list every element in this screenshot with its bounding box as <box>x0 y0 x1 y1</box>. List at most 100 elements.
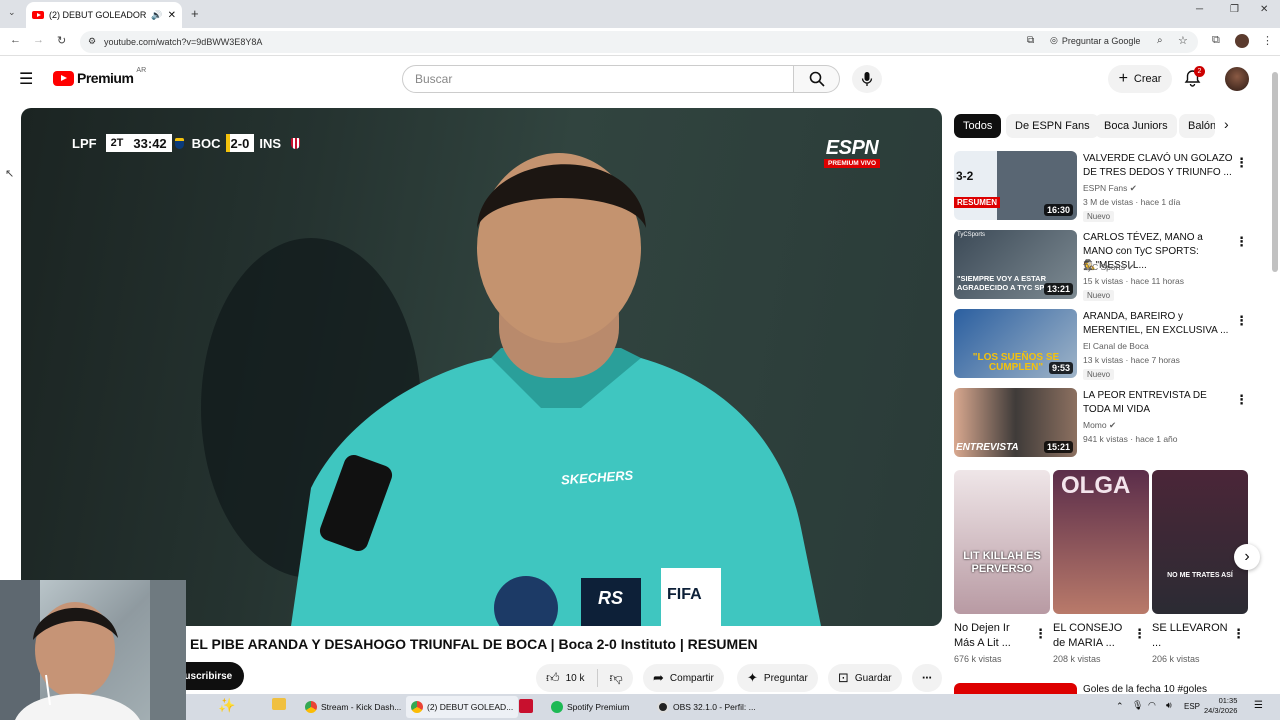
more-actions-icon[interactable]: ⋮ <box>1235 155 1248 171</box>
microphone-tray-icon[interactable]: 🎙︎ <box>1132 700 1143 711</box>
copilot-sparkles-icon[interactable]: ✨ <box>218 697 235 714</box>
notification-badge: 2 <box>1194 66 1205 77</box>
bookmark-star-icon[interactable]: ☆ <box>1178 34 1188 47</box>
taskbar-item-youtube[interactable]: (2) DEBUT GOLEAD... <box>406 696 519 718</box>
short-thumb-caption: LIT KILLAH ES PERVERSO <box>963 550 1041 575</box>
video-title[interactable]: VALVERDE CLAVÓ UN GOLAZO DE TRES DEDOS Y… <box>1083 152 1235 180</box>
create-button[interactable]: + Crear <box>1108 65 1172 93</box>
voice-search-button[interactable] <box>852 65 882 93</box>
video-title[interactable]: LA PEOR ENTREVISTA DE TODA MI VIDA <box>1083 389 1235 417</box>
more-actions-icon[interactable]: ⋮ <box>1235 234 1248 250</box>
thumbs-up-icon: 👍︎ <box>546 670 560 685</box>
short-card[interactable]: OLGA EL CONSEJO de MARIA ... 208 k vista… <box>1053 470 1149 664</box>
more-actions-icon[interactable]: ⋮ <box>1232 626 1245 642</box>
video-thumbnail[interactable]: "LOS SUEÑOS SE CUMPLEN" 9:53 <box>954 309 1077 378</box>
short-title[interactable]: SE LLEVARON ... <box>1152 621 1228 651</box>
chip-espn-fans[interactable]: De ESPN Fans <box>1006 114 1099 138</box>
channel-name[interactable]: Momo ✔ <box>1083 420 1116 431</box>
clock-area[interactable]: 01:35 24/3/2026 <box>1204 696 1237 716</box>
shorts-next-arrow-icon[interactable]: › <box>1234 544 1260 570</box>
recommended-video[interactable]: "LOS SUEÑOS SE CUMPLEN" 9:53 ARANDA, BAR… <box>954 309 1254 381</box>
new-tab-icon[interactable]: + <box>191 6 199 21</box>
back-icon[interactable]: ← <box>10 34 21 46</box>
away-team-code: INS <box>259 135 282 151</box>
short-title[interactable]: No Dejen Ir Más A Lit ... <box>954 621 1030 651</box>
video-duration: 15:21 <box>1043 441 1073 453</box>
taskbar-item-obs[interactable]: OBS 32.1.0 - Perfil: ... <box>652 696 761 718</box>
thumb-caption: RESUMEN <box>954 197 1001 208</box>
ask-google-button[interactable]: ◎ Preguntar a Google <box>1050 35 1140 46</box>
short-card[interactable]: NO ME TRATES ASÍ SE LLEVARON ... 206 k v… <box>1152 470 1248 664</box>
site-info-icon[interactable]: ⚙ <box>88 36 96 47</box>
share-button[interactable]: ➦ Compartir <box>643 664 724 692</box>
short-thumbnail[interactable]: LIT KILLAH ES PERVERSO <box>954 470 1050 614</box>
video-thumbnail[interactable]: 3-2 RESUMEN 16:30 <box>954 151 1077 220</box>
file-explorer-icon[interactable] <box>272 698 286 710</box>
language-indicator[interactable]: ESP <box>1184 702 1200 711</box>
more-actions-icon[interactable]: ⋮ <box>1133 626 1146 642</box>
address-bar[interactable]: ⚙ youtube.com/watch?v=9dBWW3E8Y8A ⧉ ◎ Pr… <box>80 31 1198 53</box>
video-title[interactable]: ARANDA, BAREIRO y MERENTIEL, EN EXCLUSIV… <box>1083 310 1235 338</box>
chip-boca-juniors[interactable]: Boca Juniors <box>1095 114 1177 138</box>
tab-close-icon[interactable]: ✕ <box>168 10 176 21</box>
restore-icon[interactable]: ❐ <box>1230 4 1239 15</box>
zoom-icon[interactable]: ⌕ <box>1157 35 1163 46</box>
minimize-icon[interactable]: ─ <box>1196 4 1203 15</box>
close-window-icon[interactable]: ✕ <box>1260 4 1268 15</box>
wifi-icon[interactable]: ◠ <box>1148 700 1156 711</box>
video-meta: 3 M de vistas · hace 1 día <box>1083 197 1181 207</box>
tray-overflow-icon[interactable]: ⌃ <box>1116 701 1124 712</box>
volume-icon[interactable]: 🔊︎ <box>1166 700 1172 711</box>
tab-audio-icon[interactable]: 🔊 <box>151 10 162 21</box>
notification-center-icon[interactable]: ☰ <box>1254 700 1263 711</box>
video-thumbnail[interactable]: ENTREVISTA 15:21 <box>954 388 1077 457</box>
account-avatar[interactable] <box>1225 67 1249 91</box>
recommended-video[interactable]: TyCSports "SIEMPRE VOY A ESTAR AGRADECID… <box>954 230 1254 302</box>
more-actions-button[interactable]: ⋯ <box>912 664 942 692</box>
more-actions-icon[interactable]: ⋮ <box>1235 313 1248 329</box>
browser-tab-active[interactable]: (2) DEBUT GOLEADOR PAR 🔊 ✕ <box>26 2 182 28</box>
channel-name[interactable]: El Canal de Boca <box>1083 341 1149 351</box>
video-thumbnail[interactable]: TyCSports "SIEMPRE VOY A ESTAR AGRADECID… <box>954 230 1077 299</box>
browser-menu-icon[interactable]: ⋮ <box>1262 34 1273 47</box>
forward-icon[interactable]: → <box>33 34 44 46</box>
chip-balon[interactable]: Balón <box>1179 114 1215 138</box>
hamburger-menu-icon[interactable]: ☰ <box>19 69 33 89</box>
instituto-crest-icon <box>286 134 305 152</box>
dislike-button[interactable]: 👎︎ <box>610 670 623 686</box>
extensions-icon[interactable]: ⧉ <box>1212 34 1220 47</box>
video-player[interactable]: SKECHERS RS FIFA LPF 2T 33:42 BOC 2-0 IN… <box>21 108 942 626</box>
short-title[interactable]: EL CONSEJO de MARIA ... <box>1053 621 1129 651</box>
espn-logo-text: ESPN <box>825 137 879 159</box>
search-input[interactable]: Buscar <box>402 65 794 93</box>
short-thumbnail[interactable]: NO ME TRATES ASÍ <box>1152 470 1248 614</box>
youtube-play-logo-icon <box>53 70 74 86</box>
page-scrollbar[interactable] <box>1272 72 1278 272</box>
recommended-video[interactable]: ENTREVISTA 15:21 LA PEOR ENTREVISTA DE T… <box>954 388 1254 460</box>
channel-name[interactable]: TyC Sports ✔ <box>1083 262 1135 273</box>
notifications-button[interactable]: 2 <box>1184 66 1205 92</box>
taskbar-item-stream[interactable]: Stream - Kick Dash... <box>300 696 406 718</box>
cast-icon[interactable]: ⧉ <box>1027 35 1034 46</box>
thumb-logo-text: TyCSports <box>957 232 986 238</box>
more-actions-icon[interactable]: ⋮ <box>1235 392 1248 408</box>
like-button[interactable]: 👍︎ 10 k <box>546 670 585 686</box>
next-video-thumbnail[interactable] <box>954 683 1077 694</box>
tab-search-icon[interactable]: ⌄ <box>8 7 16 18</box>
short-thumbnail[interactable]: OLGA <box>1053 470 1149 614</box>
short-card[interactable]: LIT KILLAH ES PERVERSO No Dejen Ir Más A… <box>954 470 1050 664</box>
reload-icon[interactable]: ↻ <box>57 34 66 47</box>
youtube-logo[interactable]: Premium AR <box>53 67 146 86</box>
profile-avatar[interactable] <box>1235 34 1249 48</box>
recommended-video[interactable]: 3-2 RESUMEN 16:30 VALVERDE CLAVÓ UN GOLA… <box>954 151 1254 223</box>
chip-todos[interactable]: Todos <box>954 114 1002 138</box>
save-button[interactable]: ⊡ Guardar <box>828 664 902 692</box>
short-views: 206 k vistas <box>1152 654 1200 664</box>
vivaldi-icon[interactable] <box>519 699 533 713</box>
more-actions-icon[interactable]: ⋮ <box>1034 626 1047 642</box>
taskbar-item-spotify[interactable]: Spotify Premium <box>546 696 634 718</box>
ask-button[interactable]: ✦ Preguntar <box>737 664 818 692</box>
channel-name[interactable]: ESPN Fans ✔ <box>1083 183 1137 194</box>
chips-next-chevron-icon[interactable]: › <box>1224 116 1229 132</box>
search-button[interactable] <box>794 65 840 93</box>
